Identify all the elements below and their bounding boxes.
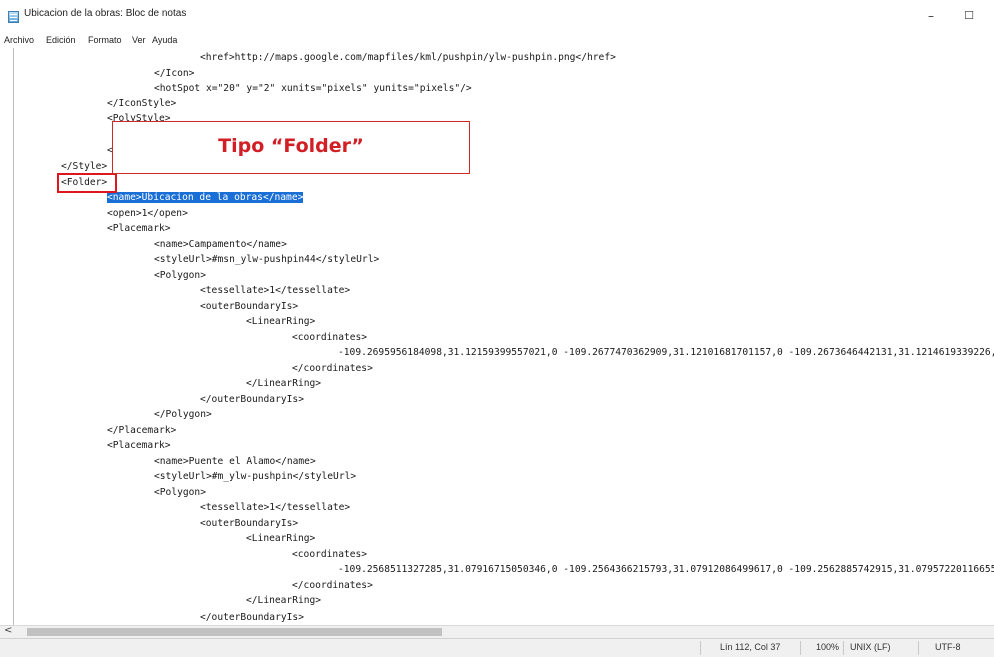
- menu-archivo[interactable]: Archivo: [4, 32, 34, 48]
- folder-highlight-box: [57, 173, 117, 193]
- code-line: <LinearRing>: [246, 533, 316, 544]
- cursor-position: Lín 112, Col 37: [720, 642, 781, 652]
- code-line: -109.2568511327285,31.07916715050346,0 -…: [338, 564, 994, 575]
- code-line: </IconStyle>: [107, 98, 177, 109]
- scroll-thumb[interactable]: [27, 628, 442, 636]
- code-line: <Polygon>: [154, 487, 206, 498]
- window-title: Ubicacion de la obras: Bloc de notas: [24, 8, 187, 19]
- menu-bar: Archivo Edición Formato Ver Ayuda: [0, 32, 994, 48]
- code-line: <hotSpot x="20" y="2" xunits="pixels" yu…: [154, 83, 472, 94]
- text-editor[interactable]: <href>http://maps.google.com/mapfiles/km…: [13, 48, 994, 625]
- code-line: </LinearRing>: [246, 378, 322, 389]
- code-line: </outerBoundaryIs>: [200, 394, 304, 405]
- code-line: -109.2695956184098,31.12159399557021,0 -…: [338, 347, 994, 358]
- line-ending: UNIX (LF): [850, 642, 891, 652]
- status-divider: [918, 641, 919, 655]
- code-line: <styleUrl>#msn_ylw-pushpin44</styleUrl>: [154, 254, 380, 265]
- code-line: <coordinates>: [292, 332, 368, 343]
- code-line: </outerBoundaryIs>: [200, 612, 304, 623]
- status-bar: Lín 112, Col 37 100% UNIX (LF) UTF-8: [0, 638, 994, 657]
- zoom-level: 100%: [816, 642, 840, 652]
- minimize-button[interactable]: –: [918, 6, 944, 26]
- code-line: </Polygon>: [154, 409, 212, 420]
- code-line: <styleUrl>#m_ylw-pushpin</styleUrl>: [154, 471, 357, 482]
- code-line: <open>1</open>: [107, 208, 188, 219]
- horizontal-scrollbar[interactable]: <: [0, 625, 994, 638]
- menu-ayuda[interactable]: Ayuda: [152, 32, 177, 48]
- status-divider: [800, 641, 801, 655]
- code-line: <Placemark>: [107, 440, 171, 451]
- annotation-callout: Tipo “Folder”: [112, 121, 470, 174]
- code-line: <LinearRing>: [246, 316, 316, 327]
- callout-text: Tipo “Folder”: [218, 135, 364, 157]
- code-line: <Polygon>: [154, 270, 206, 281]
- status-divider: [700, 641, 701, 655]
- code-line: <name>Puente el Alamo</name>: [154, 456, 316, 467]
- code-line: <href>http://maps.google.com/mapfiles/km…: [200, 52, 616, 63]
- code-line: </LinearRing>: [246, 595, 322, 606]
- code-line: <tessellate>1</tessellate>: [200, 502, 351, 513]
- code-line: <coordinates>: [292, 549, 368, 560]
- maximize-button[interactable]: ☐: [956, 6, 982, 26]
- selected-text[interactable]: <name>Ubicacion de la obras</name>: [107, 192, 304, 203]
- code-line: <name>Campamento</name>: [154, 239, 287, 250]
- code-line: <Placemark>: [107, 223, 171, 234]
- code-line: </Style>: [61, 161, 108, 172]
- code-line: <outerBoundaryIs>: [200, 301, 299, 312]
- menu-edicion[interactable]: Edición: [46, 32, 76, 48]
- code-line: </coordinates>: [292, 580, 373, 591]
- title-bar: Ubicacion de la obras: Bloc de notas – ☐: [0, 0, 994, 32]
- encoding: UTF-8: [935, 642, 961, 652]
- code-line: <name>Ubicacion de la obras</name>: [107, 191, 304, 204]
- code-line: </coordinates>: [292, 363, 373, 374]
- menu-ver[interactable]: Ver: [132, 32, 146, 48]
- code-line: </Icon>: [154, 68, 195, 79]
- code-line: </Placemark>: [107, 425, 177, 436]
- scroll-left-icon[interactable]: <: [4, 625, 12, 636]
- menu-formato[interactable]: Formato: [88, 32, 122, 48]
- status-divider: [843, 641, 844, 655]
- notepad-icon: [8, 11, 19, 23]
- code-line: <outerBoundaryIs>: [200, 518, 299, 529]
- code-line: <tessellate>1</tessellate>: [200, 285, 351, 296]
